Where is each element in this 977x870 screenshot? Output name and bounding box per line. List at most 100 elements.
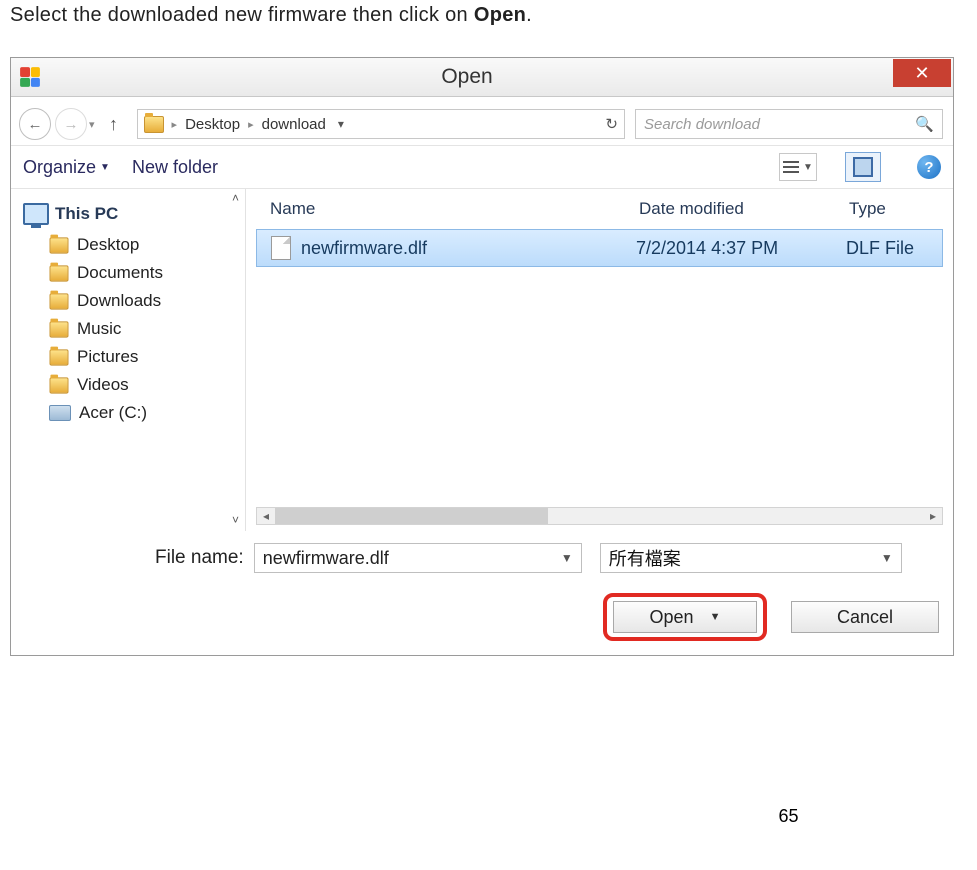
scrollbar-thumb[interactable] xyxy=(275,508,548,524)
refresh-icon[interactable]: ↻ xyxy=(605,115,618,133)
tree-item-label: Music xyxy=(77,319,121,339)
column-headers: Name Date modified Type xyxy=(246,189,953,225)
breadcrumb[interactable]: ▸ Desktop ▸ download ▾ ↻ xyxy=(137,109,625,139)
file-type-filter[interactable]: 所有檔案 ▼ xyxy=(600,543,902,573)
folder-icon xyxy=(50,349,69,365)
close-icon: ✕ xyxy=(914,63,929,84)
this-pc-icon xyxy=(23,203,49,225)
folder-icon xyxy=(50,321,69,337)
button-row: Open ▼ Cancel xyxy=(25,593,939,641)
tree-item-videos[interactable]: Videos xyxy=(15,371,241,399)
tree-item-pictures[interactable]: Pictures xyxy=(15,343,241,371)
column-header-date[interactable]: Date modified xyxy=(639,199,849,219)
scroll-right-icon[interactable]: ▸ xyxy=(924,509,942,523)
page-number: 65 xyxy=(10,806,967,827)
tree-item-label: Acer (C:) xyxy=(79,403,147,423)
new-folder-label: New folder xyxy=(132,157,218,178)
horizontal-scrollbar[interactable]: ◂ ▸ xyxy=(256,507,943,525)
breadcrumb-seg-download[interactable]: download xyxy=(262,116,326,133)
instruction-pre: Select the downloaded new firmware then … xyxy=(10,4,474,26)
titlebar: Open ✕ xyxy=(11,58,953,97)
dialog-bottom: File name: newfirmware.dlf ▼ 所有檔案 ▼ Open… xyxy=(11,531,953,655)
breadcrumb-seg-desktop[interactable]: Desktop xyxy=(185,116,240,133)
tree-item-downloads[interactable]: Downloads xyxy=(15,287,241,315)
folder-icon xyxy=(50,265,69,281)
filename-label: File name: xyxy=(155,547,244,569)
scroll-up-icon[interactable]: ˄ xyxy=(232,191,239,205)
open-button-highlight: Open ▼ xyxy=(603,593,767,641)
file-list-area: Name Date modified Type newfirmware.dlf … xyxy=(246,189,953,531)
scroll-left-icon[interactable]: ◂ xyxy=(257,509,275,523)
filter-value: 所有檔案 xyxy=(609,545,681,571)
file-date: 7/2/2014 4:37 PM xyxy=(636,238,846,259)
tree-item-documents[interactable]: Documents xyxy=(15,259,241,287)
dialog-body: ˄ This PC Desktop Documents Downloads xyxy=(11,189,953,531)
folder-icon xyxy=(50,377,69,393)
arrow-left-icon: ← xyxy=(28,116,43,133)
tree-item-label: Documents xyxy=(77,263,163,283)
chevron-down-icon: ▼ xyxy=(561,551,573,565)
open-dialog: Open ✕ ← → ▾ ↑ ▸ Desktop ▸ download xyxy=(10,57,954,656)
chevron-down-icon: ▼ xyxy=(100,162,110,173)
chevron-down-icon: ▼ xyxy=(881,551,893,565)
tree-root-label: This PC xyxy=(55,204,118,224)
tree-item-music[interactable]: Music xyxy=(15,315,241,343)
tree-item-acer-c[interactable]: Acer (C:) xyxy=(15,399,241,427)
history-dropdown-icon[interactable]: ▾ xyxy=(89,118,95,131)
chevron-down-icon: ▼ xyxy=(710,611,721,623)
nav-row: ← → ▾ ↑ ▸ Desktop ▸ download ▾ ↻ Search … xyxy=(11,97,953,146)
file-row[interactable]: newfirmware.dlf 7/2/2014 4:37 PM DLF Fil… xyxy=(256,229,943,267)
open-button[interactable]: Open ▼ xyxy=(613,601,757,633)
arrow-up-icon: ↑ xyxy=(109,114,118,135)
list-view-icon xyxy=(783,161,799,173)
forward-button[interactable]: → xyxy=(55,108,87,140)
tree-root-this-pc[interactable]: This PC xyxy=(15,197,241,231)
back-button[interactable]: ← xyxy=(19,108,51,140)
search-input[interactable]: Search download 🔍 xyxy=(635,109,943,139)
file-type: DLF File xyxy=(846,238,936,259)
breadcrumb-dropdown-icon[interactable]: ▾ xyxy=(338,117,344,131)
column-header-type[interactable]: Type xyxy=(849,199,939,219)
scrollbar-track[interactable] xyxy=(275,508,924,524)
toolbar: Organize ▼ New folder ▼ ? xyxy=(11,146,953,189)
scroll-down-icon[interactable]: ˅ xyxy=(232,513,239,527)
drive-icon xyxy=(49,405,71,421)
open-button-label: Open xyxy=(650,607,694,628)
close-button[interactable]: ✕ xyxy=(893,59,951,87)
folder-icon xyxy=(50,293,69,309)
tree-item-label: Desktop xyxy=(77,235,139,255)
view-options-button[interactable]: ▼ xyxy=(779,153,817,181)
instruction-bold: Open xyxy=(474,4,526,26)
tree-item-label: Videos xyxy=(77,375,129,395)
cancel-button[interactable]: Cancel xyxy=(791,601,939,633)
chevron-right-icon: ▸ xyxy=(172,118,178,131)
tree-item-label: Pictures xyxy=(77,347,138,367)
help-icon: ? xyxy=(924,159,933,176)
arrow-right-icon: → xyxy=(64,116,79,133)
file-name: newfirmware.dlf xyxy=(301,238,636,259)
dialog-title: Open xyxy=(41,65,893,89)
tree-item-desktop[interactable]: Desktop xyxy=(15,231,241,259)
organize-menu[interactable]: Organize ▼ xyxy=(23,157,110,178)
filename-value: newfirmware.dlf xyxy=(263,548,389,569)
filename-row: File name: newfirmware.dlf ▼ 所有檔案 ▼ xyxy=(155,543,939,573)
organize-label: Organize xyxy=(23,157,96,178)
cancel-button-label: Cancel xyxy=(837,607,893,628)
chevron-down-icon: ▼ xyxy=(803,162,813,173)
filename-input[interactable]: newfirmware.dlf ▼ xyxy=(254,543,582,573)
nav-tree: ˄ This PC Desktop Documents Downloads xyxy=(11,189,246,531)
search-icon: 🔍 xyxy=(915,115,934,133)
new-folder-button[interactable]: New folder xyxy=(132,157,218,178)
preview-pane-button[interactable] xyxy=(845,152,881,182)
file-icon xyxy=(271,236,291,260)
preview-pane-icon xyxy=(853,157,873,177)
chrome-icon xyxy=(20,67,40,87)
instruction-text: Select the downloaded new firmware then … xyxy=(10,0,967,57)
folder-icon xyxy=(50,237,69,253)
column-header-name[interactable]: Name xyxy=(270,199,639,219)
instruction-post: . xyxy=(526,4,532,26)
up-button[interactable]: ↑ xyxy=(101,111,127,137)
tree-item-label: Downloads xyxy=(77,291,161,311)
help-button[interactable]: ? xyxy=(917,155,941,179)
folder-icon xyxy=(144,116,164,133)
